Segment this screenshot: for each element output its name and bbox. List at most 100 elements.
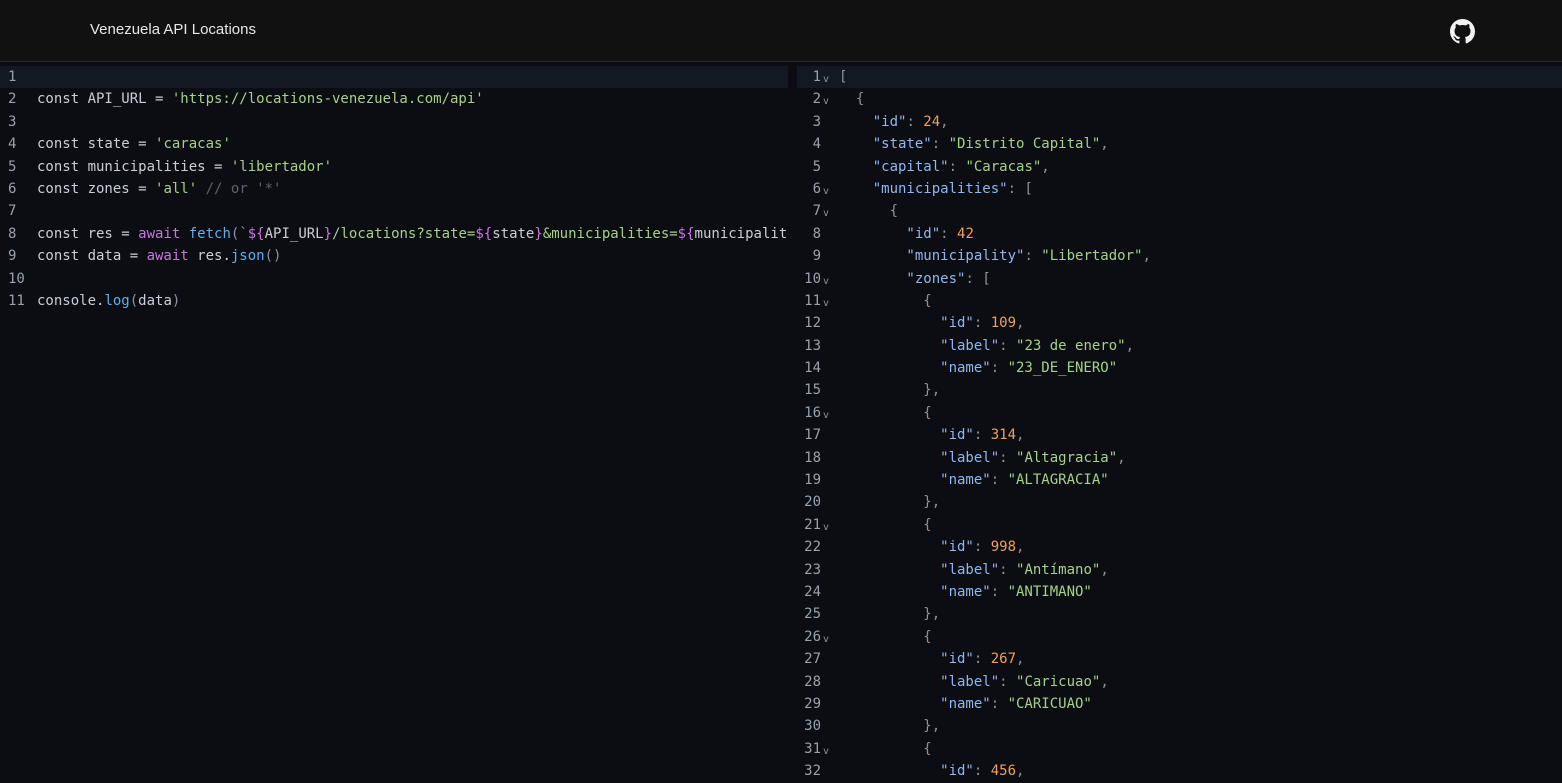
line-number: 22	[804, 539, 821, 556]
json-output[interactable]: 1 v[2 v {3 "id": 24, 4 "state": "Distrito C…	[797, 66, 1562, 783]
code-token: },	[839, 606, 941, 623]
code-token: :	[990, 695, 1008, 712]
code-text: const municipalities = 'libertador'	[37, 156, 332, 178]
code-token: :	[990, 360, 1008, 377]
code-line: 31 v {	[797, 738, 1562, 760]
code-line: 27 "id": 267,	[797, 648, 1562, 670]
code-text: "id": 267,	[839, 648, 1024, 670]
code-token: "Caricuao"	[1016, 673, 1101, 690]
code-token: "Altagracia"	[1016, 449, 1118, 466]
line-number: 7	[812, 203, 821, 220]
code-line: 7	[0, 200, 788, 222]
line-number: 6	[812, 180, 821, 197]
code-token: 'libertador'	[230, 158, 333, 175]
code-token: :	[999, 337, 1017, 354]
line-number: 2	[812, 91, 821, 108]
code-token: )	[171, 292, 181, 309]
code-token: "Antímano"	[1016, 561, 1101, 578]
code-token: {	[839, 91, 865, 108]
code-token: :	[973, 315, 991, 332]
line-number: 8	[8, 225, 17, 242]
code-token: const state =	[37, 136, 156, 153]
code-line: 5 const municipalities = 'libertador'	[0, 156, 788, 178]
code-line: 4 const state = 'caracas'	[0, 133, 788, 155]
line-number: 4	[8, 136, 17, 153]
code-token: const API_URL =	[37, 91, 172, 108]
line-number: 21	[804, 516, 821, 533]
code-token: "label"	[839, 673, 1000, 690]
code-text: console.log(data)	[37, 290, 180, 312]
code-token: 'caracas'	[155, 136, 231, 153]
code-text: "id": 456,	[839, 760, 1024, 782]
code-line: 8 "id": 42	[797, 223, 1562, 245]
code-token: "id"	[839, 315, 974, 332]
code-line: 10	[0, 268, 788, 290]
code-text: "state": "Distrito Capital",	[839, 133, 1109, 155]
code-token: const data =	[37, 248, 147, 265]
code-text: "municipalities": [	[839, 178, 1033, 200]
line-number: 19	[804, 472, 821, 489]
code-text: const zones = 'all' // or '*'	[37, 178, 281, 200]
code-token: {	[839, 516, 932, 533]
code-token: "ALTAGRACIA"	[1007, 472, 1109, 489]
code-editor[interactable]: 1 2 const API_URL = 'https://locations-ven…	[0, 66, 788, 783]
code-token: "label"	[839, 337, 1000, 354]
code-line: 3	[0, 111, 788, 133]
code-line: 20 },	[797, 491, 1562, 513]
code-token: "label"	[839, 449, 1000, 466]
code-token: }	[323, 225, 333, 242]
code-line: 7v {	[797, 200, 1562, 222]
code-line: 1 v[	[797, 66, 1562, 89]
line-number: 14	[804, 360, 821, 377]
line-number: 13	[804, 337, 821, 354]
line-number: 3	[8, 113, 17, 130]
code-token: "23_DE_ENERO"	[1007, 360, 1118, 377]
code-token: ${	[247, 225, 265, 242]
line-number: 20	[804, 494, 821, 511]
code-token: :	[973, 763, 991, 780]
code-text: "label": "Altagracia",	[839, 447, 1125, 469]
code-token: "name"	[839, 695, 991, 712]
code-token: "Caracas"	[965, 158, 1042, 175]
code-text: "name": "ANTIMANO"	[839, 581, 1092, 603]
line-number: 10	[8, 270, 25, 287]
code-token: 456	[990, 763, 1017, 780]
code-token: "name"	[839, 472, 991, 489]
line-number: 8	[812, 225, 821, 242]
line-number: 2	[8, 91, 17, 108]
code-token: 'all'	[155, 180, 198, 197]
code-token: 24	[923, 113, 941, 130]
code-text: [	[839, 66, 847, 88]
code-token: "state"	[839, 136, 932, 153]
code-token: :	[999, 673, 1017, 690]
code-line: 9 "municipality": "Libertador",	[797, 245, 1562, 267]
code-token: const municipalities =	[37, 158, 231, 175]
code-line: 16 v {	[797, 402, 1562, 424]
code-token: (`	[230, 225, 248, 242]
github-icon[interactable]	[1450, 19, 1475, 44]
code-token: :	[948, 158, 966, 175]
code-text: "id": 314,	[839, 424, 1024, 446]
code-text: {	[839, 402, 931, 424]
code-token: log	[104, 292, 130, 309]
code-line: 1	[0, 66, 788, 89]
code-token: ()	[264, 248, 282, 265]
code-line: 15 },	[797, 379, 1562, 401]
code-line: 28 "label": "Caricuao",	[797, 671, 1562, 693]
code-token: 314	[990, 427, 1017, 444]
code-token: :	[990, 583, 1008, 600]
code-line: 22 "id": 998,	[797, 536, 1562, 558]
code-token: "municipalities"	[839, 180, 1008, 197]
code-token: :	[906, 113, 924, 130]
code-text: {	[839, 200, 898, 222]
code-text: },	[839, 603, 940, 625]
code-text: {	[839, 88, 864, 110]
line-number: 6	[8, 180, 17, 197]
code-text: "id": 24,	[839, 111, 949, 133]
code-line: 3 "id": 24,	[797, 111, 1562, 133]
code-token: [	[839, 69, 848, 85]
code-text: },	[839, 715, 940, 737]
code-line: 18 "label": "Altagracia",	[797, 447, 1562, 469]
code-line: 11 console.log(data)	[0, 290, 788, 312]
code-text: {	[839, 738, 931, 760]
